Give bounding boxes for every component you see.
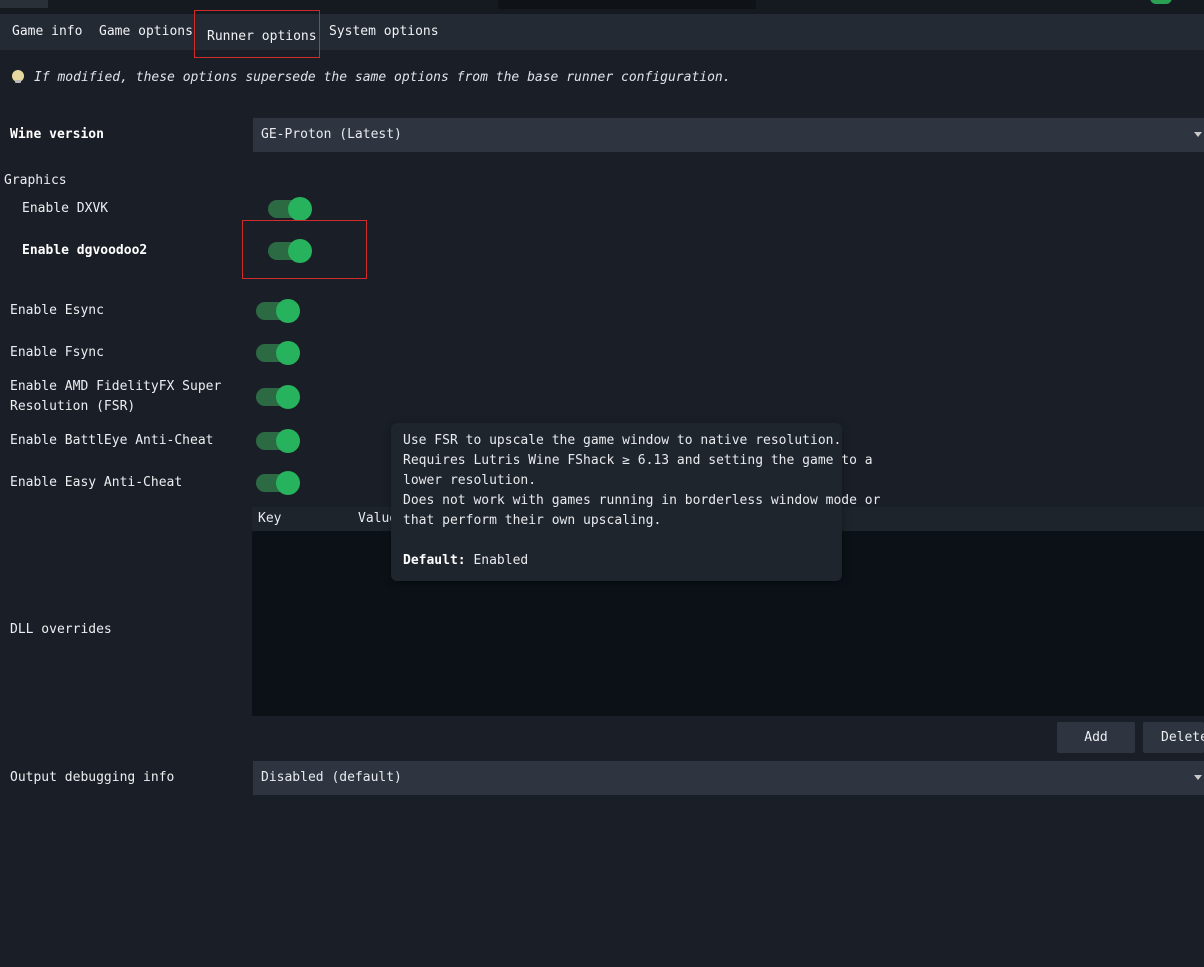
tooltip-default: Default: Enabled (403, 551, 830, 571)
title-bar-field (498, 0, 756, 9)
dxvk-label: Enable DXVK (22, 201, 109, 216)
eac-label: Enable Easy Anti-Cheat (10, 475, 183, 490)
dgvoodoo2-toggle[interactable] (266, 239, 312, 263)
fsync-toggle[interactable] (254, 341, 300, 365)
battleye-label: Enable BattlEye Anti-Cheat (10, 433, 214, 448)
tooltip-default-value: Enabled (473, 553, 529, 568)
eac-toggle[interactable] (254, 471, 300, 495)
tab-runner-options[interactable]: Runner options (194, 10, 320, 58)
tab-game-info[interactable]: Game info (12, 14, 82, 50)
fsr-label-line2: Resolution (FSR) (10, 399, 136, 414)
lightbulb-icon (12, 70, 24, 83)
tooltip-default-label: Default: (403, 553, 466, 568)
chevron-down-icon (1194, 775, 1202, 780)
tab-game-options[interactable]: Game options (99, 14, 193, 50)
title-bar-strip (0, 0, 1204, 14)
debug-select[interactable]: Disabled (default) (253, 761, 1204, 795)
tab-bar: Game info Game options Runner options Sy… (0, 10, 1204, 58)
fsr-label-line1: Enable AMD FidelityFX Super (10, 379, 222, 394)
wine-version-value: GE-Proton (Latest) (261, 127, 402, 142)
title-bar-toggle[interactable] (1150, 0, 1172, 4)
fsr-toggle[interactable] (254, 385, 300, 409)
tab-system-options[interactable]: System options (329, 14, 439, 50)
wine-version-select[interactable]: GE-Proton (Latest) (253, 118, 1204, 152)
fsr-tooltip: Use FSR to upscale the game window to na… (391, 423, 881, 581)
dgvoodoo2-label: Enable dgvoodoo2 (22, 243, 148, 258)
fsync-label: Enable Fsync (10, 345, 104, 360)
tooltip-line: Does not work with games running in bord… (403, 493, 881, 508)
tooltip-line: that perform their own upscaling. (403, 513, 662, 528)
tooltip-line: Use FSR to upscale the game window to na… (403, 433, 842, 448)
battleye-toggle[interactable] (254, 429, 300, 453)
title-bar-block (0, 0, 48, 8)
wine-version-label: Wine version (10, 127, 104, 142)
graphics-section-label: Graphics (4, 173, 67, 188)
info-notice: If modified, these options supersede the… (12, 68, 731, 88)
column-key[interactable]: Key (258, 507, 281, 531)
dll-overrides-label: DLL overrides (10, 622, 112, 637)
esync-toggle[interactable] (254, 299, 300, 323)
debug-value: Disabled (default) (261, 770, 402, 785)
tooltip-line: lower resolution. (403, 473, 537, 488)
esync-label: Enable Esync (10, 303, 104, 318)
notice-text: If modified, these options supersede the… (34, 70, 731, 85)
delete-button[interactable]: Delete (1143, 722, 1204, 753)
debug-label: Output debugging info (10, 770, 175, 785)
dxvk-toggle[interactable] (266, 197, 312, 221)
add-button[interactable]: Add (1057, 722, 1135, 753)
chevron-down-icon (1194, 132, 1202, 137)
tooltip-line: Requires Lutris Wine FShack ≥ 6.13 and s… (403, 453, 873, 468)
